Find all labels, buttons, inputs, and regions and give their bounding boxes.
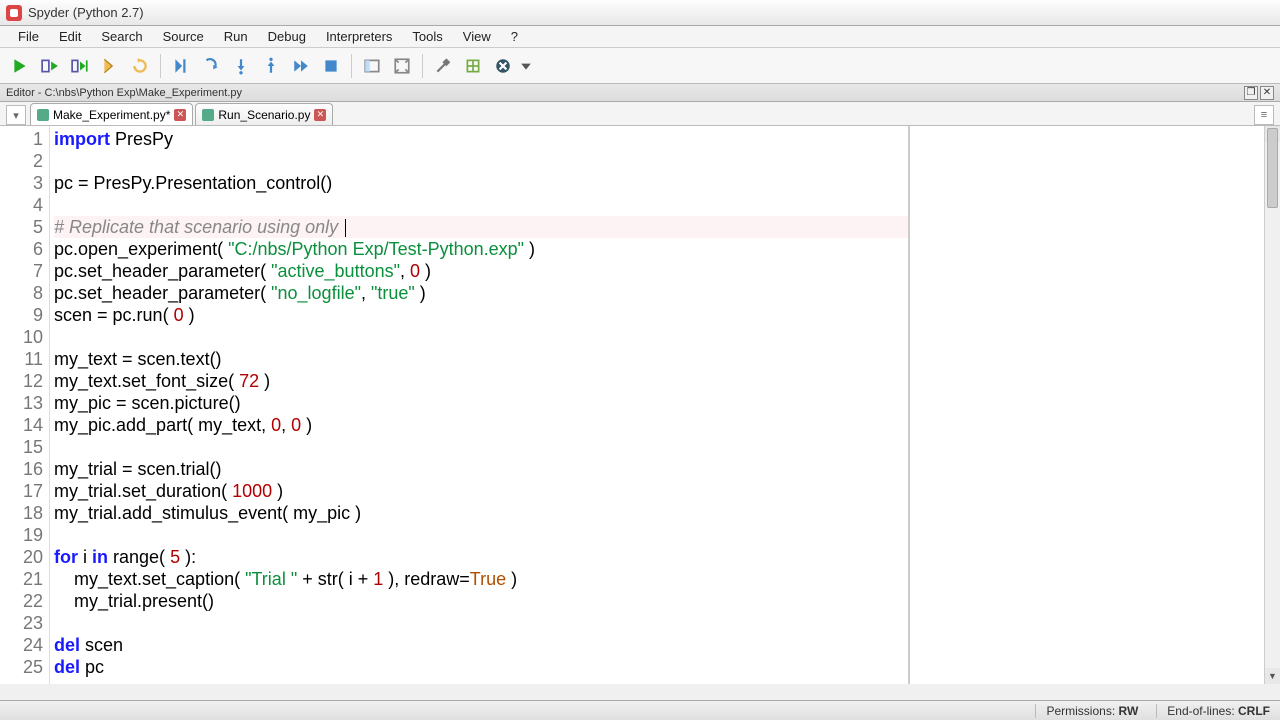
exit-button[interactable]	[489, 52, 517, 80]
permissions-value: RW	[1119, 704, 1139, 718]
restore-icon[interactable]: ❐	[1244, 86, 1258, 100]
app-icon	[6, 5, 22, 21]
rerun-button[interactable]	[126, 52, 154, 80]
permissions-cell: Permissions: RW	[1035, 704, 1138, 718]
step-out-button[interactable]	[257, 52, 285, 80]
menu-search[interactable]: Search	[91, 27, 152, 46]
close-icon[interactable]: ✕	[314, 109, 326, 121]
dropdown-icon[interactable]	[519, 52, 533, 80]
eol-label: End-of-lines:	[1167, 704, 1234, 718]
toolbar-separator	[160, 54, 161, 78]
editor-panel-header: Editor - C:\nbs\Python Exp\Make_Experime…	[0, 84, 1280, 102]
debug-button[interactable]	[167, 52, 195, 80]
run-selection-button[interactable]	[96, 52, 124, 80]
editor-wrap: 1234567891011121314151617181920212223242…	[0, 126, 1280, 684]
window-title: Spyder (Python 2.7)	[28, 5, 144, 20]
titlebar: Spyder (Python 2.7)	[0, 0, 1280, 26]
preferences-button[interactable]	[429, 52, 457, 80]
permissions-label: Permissions:	[1046, 704, 1115, 718]
step-into-button[interactable]	[227, 52, 255, 80]
tab-label: Run_Scenario.py	[218, 108, 310, 122]
menu-view[interactable]: View	[453, 27, 501, 46]
fullscreen-button[interactable]	[388, 52, 416, 80]
code-area[interactable]: import PresPy pc = PresPy.Presentation_c…	[50, 126, 908, 684]
statusbar: Permissions: RW End-of-lines: CRLF	[0, 700, 1280, 720]
menu-run[interactable]: Run	[214, 27, 258, 46]
tab-row: ▾ Make_Experiment.py* ✕ Run_Scenario.py ✕ ≡	[0, 102, 1280, 126]
file-icon	[202, 109, 214, 121]
side-panel	[909, 126, 1264, 684]
run-cell-advance-button[interactable]	[66, 52, 94, 80]
close-icon[interactable]: ✕	[1260, 86, 1274, 100]
toolbar-separator	[351, 54, 352, 78]
run-button[interactable]	[6, 52, 34, 80]
eol-value: CRLF	[1238, 704, 1270, 718]
close-icon[interactable]: ✕	[174, 109, 186, 121]
scroll-down-icon[interactable]: ▼	[1265, 668, 1280, 684]
stop-debug-button[interactable]	[317, 52, 345, 80]
menu-debug[interactable]: Debug	[258, 27, 316, 46]
tab-make-experiment-py-[interactable]: Make_Experiment.py* ✕	[30, 103, 193, 125]
step-button[interactable]	[197, 52, 225, 80]
tab-run-scenario-py[interactable]: Run_Scenario.py ✕	[195, 103, 333, 125]
tab-list-button[interactable]: ≡	[1254, 105, 1274, 125]
code-editor[interactable]: 1234567891011121314151617181920212223242…	[0, 126, 909, 684]
menu-help[interactable]: ?	[501, 27, 528, 46]
run-cell-button[interactable]	[36, 52, 64, 80]
vertical-scrollbar[interactable]: ▲ ▼	[1264, 126, 1280, 684]
tab-label: Make_Experiment.py*	[53, 108, 170, 122]
pythonpath-button[interactable]	[459, 52, 487, 80]
panel-title: Editor - C:\nbs\Python Exp\Make_Experime…	[6, 87, 242, 99]
file-icon	[37, 109, 49, 121]
line-number-gutter: 1234567891011121314151617181920212223242…	[0, 126, 50, 684]
menu-edit[interactable]: Edit	[49, 27, 91, 46]
toolbar-separator	[422, 54, 423, 78]
menu-tools[interactable]: Tools	[402, 27, 452, 46]
eol-cell: End-of-lines: CRLF	[1156, 704, 1270, 718]
continue-button[interactable]	[287, 52, 315, 80]
tab-nav-button[interactable]: ▾	[6, 105, 26, 125]
menubar: FileEditSearchSourceRunDebugInterpreters…	[0, 26, 1280, 48]
menu-interpreters[interactable]: Interpreters	[316, 27, 402, 46]
toolbar	[0, 48, 1280, 84]
menu-source[interactable]: Source	[153, 27, 214, 46]
sidebar-toggle-button[interactable]	[358, 52, 386, 80]
scrollbar-thumb[interactable]	[1267, 128, 1278, 208]
menu-file[interactable]: File	[8, 27, 49, 46]
